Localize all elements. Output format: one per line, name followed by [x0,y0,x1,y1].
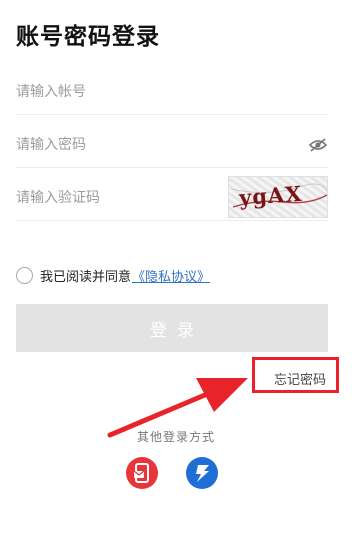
feishu-icon [196,465,209,482]
annotation-highlight-box [252,357,339,393]
other-login-label: 其他登录方式 [136,430,215,444]
sms-login-button[interactable] [126,457,158,489]
annotation-arrow [107,378,248,438]
sms-icon [133,463,149,483]
feishu-login-button[interactable] [186,457,218,489]
